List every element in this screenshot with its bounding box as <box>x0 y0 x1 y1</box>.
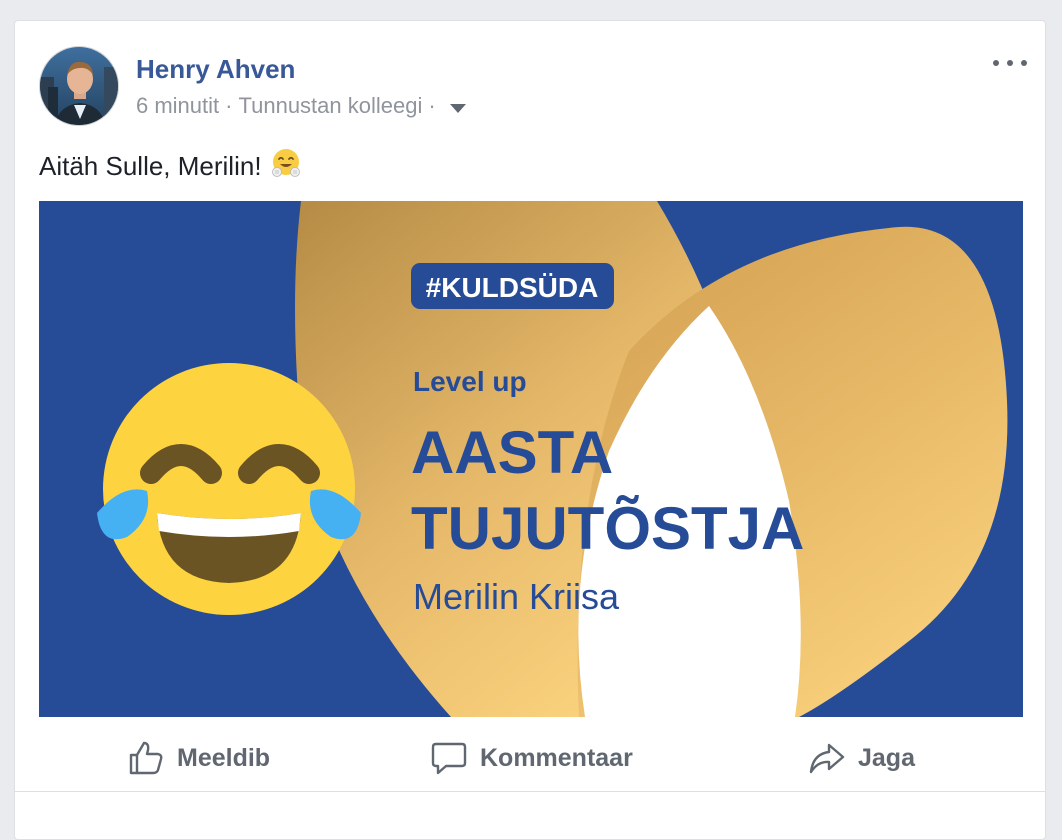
share-button[interactable]: Jaga <box>808 737 915 779</box>
comment-button[interactable]: Kommentaar <box>430 737 633 779</box>
kuldsuda-award-graphic: #KULDSÜDA Level up AASTA TUJUTÕSTJA Meri… <box>39 201 1023 717</box>
avatar-photo <box>40 47 118 125</box>
award-title-line1: AASTA <box>411 419 613 486</box>
like-label: Meeldib <box>177 743 271 772</box>
award-title-line2: TUJUTÕSTJA <box>411 495 804 562</box>
post-meta: 6 minutit · Tunnustan kolleegi · <box>136 93 466 119</box>
like-button[interactable]: Meeldib <box>127 737 270 779</box>
comment-label: Kommentaar <box>480 743 633 772</box>
post-text: Aitäh Sulle, Merilin! <box>39 147 302 186</box>
more-options-icon[interactable] <box>993 51 1027 75</box>
share-arrow-icon <box>809 743 845 774</box>
meta-separator: · <box>225 93 233 118</box>
award-recipient: Merilin Kriisa <box>413 576 620 617</box>
audience-dropdown-icon[interactable] <box>449 103 466 113</box>
post-message: Aitäh Sulle, Merilin! <box>39 151 262 181</box>
comment-bubble-icon <box>431 742 467 775</box>
meta-separator-2: · <box>428 93 436 118</box>
author-avatar[interactable] <box>39 46 119 126</box>
post-audience[interactable]: Tunnustan kolleegi <box>238 93 422 119</box>
hashtag-text: #KULDSÜDA <box>426 272 599 303</box>
hugging-face-emoji-icon <box>270 147 302 186</box>
share-label: Jaga <box>858 743 915 772</box>
post-time[interactable]: 6 minutit <box>136 93 219 119</box>
post-actions-bar: Meeldib Kommentaar Jaga <box>15 725 1045 792</box>
post-image[interactable]: #KULDSÜDA Level up AASTA TUJUTÕSTJA Meri… <box>39 201 1023 717</box>
like-thumb-icon <box>129 741 163 775</box>
author-name[interactable]: Henry Ahven <box>136 54 295 85</box>
award-subtitle: Level up <box>413 366 527 397</box>
post-card: Henry Ahven 6 minutit · Tunnustan kollee… <box>14 20 1046 840</box>
